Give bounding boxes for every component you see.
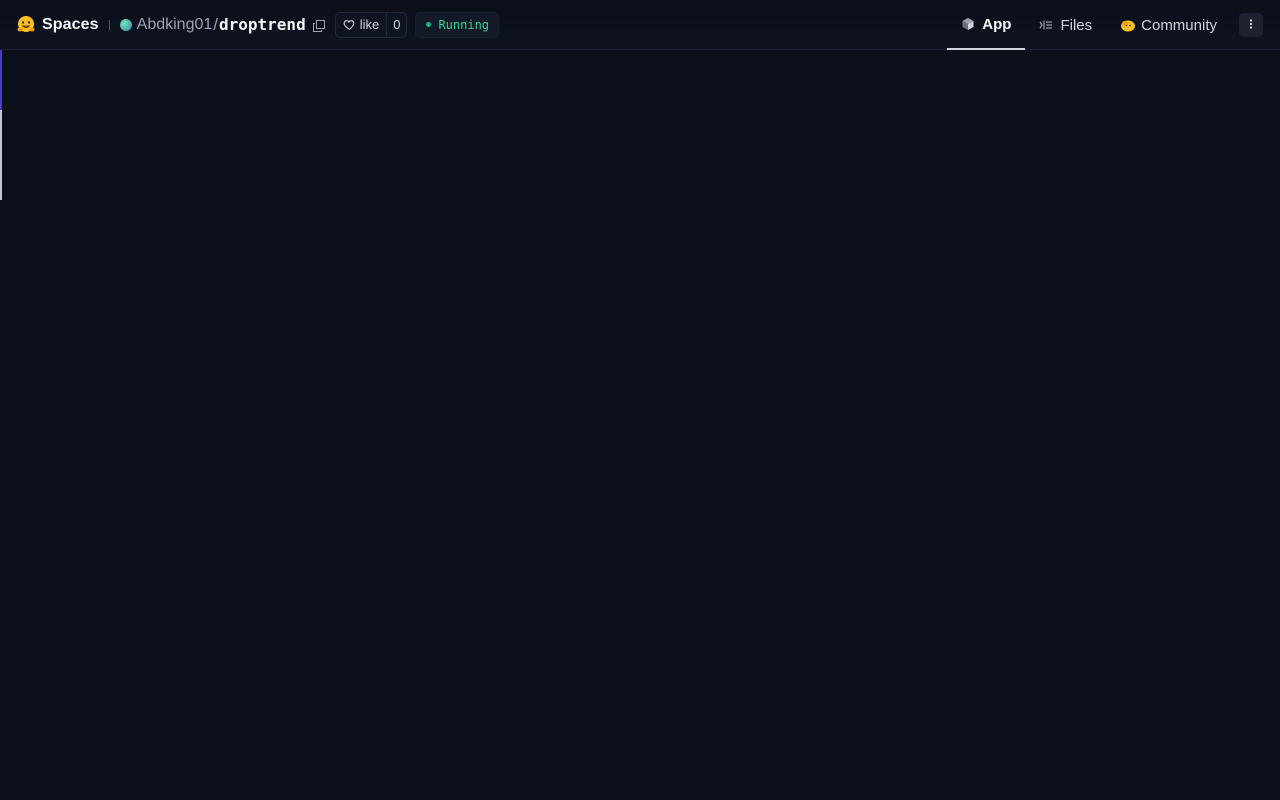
- like-button[interactable]: like: [336, 13, 387, 37]
- app-iframe-area[interactable]: [0, 50, 1280, 800]
- repo-name-link[interactable]: droptrend: [219, 15, 306, 34]
- status-dot-icon: [426, 22, 432, 27]
- like-group: like 0: [334, 11, 408, 38]
- like-label: like: [359, 17, 380, 32]
- copy-icon[interactable]: [312, 19, 325, 32]
- cube-icon: [961, 17, 975, 31]
- top-header: Spaces Abdking01 / droptrend like 0 Runn…: [0, 0, 1280, 50]
- tab-app-label: App: [982, 15, 1012, 33]
- more-vertical-icon: [1249, 16, 1253, 34]
- community-icon: [1120, 18, 1136, 32]
- owner-avatar[interactable]: [119, 18, 132, 31]
- tab-files[interactable]: Files: [1025, 0, 1106, 50]
- header-divider: [108, 19, 110, 30]
- heart-icon: [343, 18, 356, 31]
- header-left: Spaces Abdking01 / droptrend like 0 Runn…: [0, 0, 500, 50]
- owner-link[interactable]: Abdking01: [137, 16, 213, 34]
- like-count[interactable]: 0: [386, 12, 406, 37]
- tab-community[interactable]: Community: [1106, 0, 1231, 50]
- spaces-label: Spaces: [42, 15, 99, 33]
- loading-indicator: [0, 50, 2, 200]
- path-separator: /: [213, 14, 218, 34]
- header-right: App Files Community: [947, 0, 1280, 50]
- status-badge[interactable]: Running: [415, 11, 500, 38]
- tab-app[interactable]: App: [947, 0, 1026, 50]
- status-label: Running: [438, 17, 490, 32]
- tab-files-label: Files: [1060, 16, 1093, 34]
- files-icon: [1039, 18, 1053, 32]
- spaces-home-link[interactable]: Spaces: [16, 15, 99, 35]
- more-options-button[interactable]: [1239, 13, 1263, 37]
- hugging-face-logo-icon: [16, 15, 36, 35]
- tab-community-label: Community: [1141, 16, 1217, 34]
